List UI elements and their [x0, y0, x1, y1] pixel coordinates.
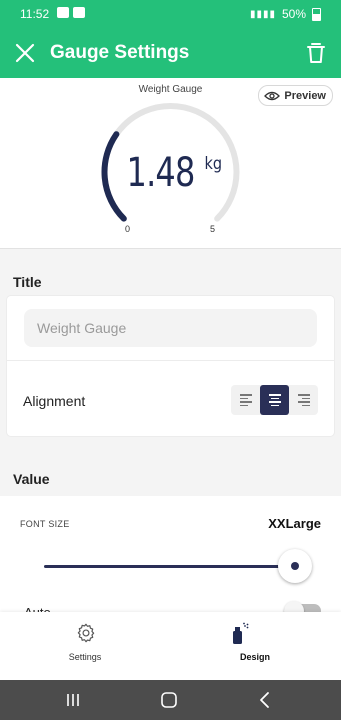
align-center-icon — [268, 394, 281, 406]
battery-icon — [312, 7, 321, 21]
home-button[interactable] — [159, 690, 179, 710]
status-time: 11:52 — [20, 7, 50, 21]
trash-icon — [307, 43, 325, 63]
title-card: Weight Gauge Alignment — [7, 296, 334, 436]
alignment-selector — [231, 385, 318, 415]
system-nav-bar — [0, 680, 341, 720]
status-bar: 11:52 ▮▮▮▮ 50% — [0, 0, 341, 28]
nav-settings[interactable]: Settings — [0, 612, 170, 680]
gauge-unit: kg — [204, 154, 222, 174]
nav-design-label: Design — [239, 652, 270, 662]
align-center-button[interactable] — [260, 385, 289, 415]
nav-settings-label: Settings — [68, 652, 102, 662]
close-button[interactable] — [13, 41, 37, 65]
gauge-min: 0 — [125, 224, 131, 234]
page-title: Gauge Settings — [50, 42, 190, 63]
font-size-slider-thumb[interactable] — [278, 549, 312, 583]
nav-design[interactable]: Design — [170, 612, 340, 680]
gear-icon — [77, 623, 95, 643]
paint-spray-icon — [233, 622, 249, 644]
bottom-nav: Settings Design — [0, 612, 341, 680]
divider — [7, 360, 334, 361]
gauge-max: 5 — [210, 224, 216, 234]
gauge-number: 1.48 — [126, 150, 195, 196]
notification-icons — [57, 7, 85, 18]
align-right-icon — [297, 394, 310, 406]
align-right-button[interactable] — [289, 385, 318, 415]
gauge-value: 1.48 kg — [0, 150, 341, 196]
system-indicators: ▮▮▮▮ 50% — [250, 7, 321, 21]
title-section-heading: Title — [13, 274, 42, 290]
title-input[interactable]: Weight Gauge — [24, 309, 317, 347]
video-icon — [57, 7, 69, 18]
back-button[interactable] — [255, 690, 275, 710]
app-notification-icon — [73, 7, 85, 18]
battery-percent: 50% — [281, 7, 306, 21]
close-icon — [15, 43, 35, 63]
value-section-heading: Value — [13, 471, 50, 487]
app-bar: Gauge Settings — [0, 28, 341, 78]
recent-apps-button[interactable] — [63, 690, 83, 710]
align-left-icon — [239, 394, 252, 406]
signal-icon: ▮▮▮▮ — [249, 8, 276, 20]
font-size-label: FONT SIZE — [20, 519, 70, 529]
delete-button[interactable] — [304, 41, 328, 65]
align-left-button[interactable] — [231, 385, 260, 415]
alignment-label: Alignment — [23, 393, 86, 409]
font-size-value: XXLarge — [268, 516, 321, 531]
widget-preview: Weight Gauge Preview 1.48 kg 0 5 — [0, 78, 341, 249]
font-size-slider-track[interactable] — [44, 565, 296, 568]
